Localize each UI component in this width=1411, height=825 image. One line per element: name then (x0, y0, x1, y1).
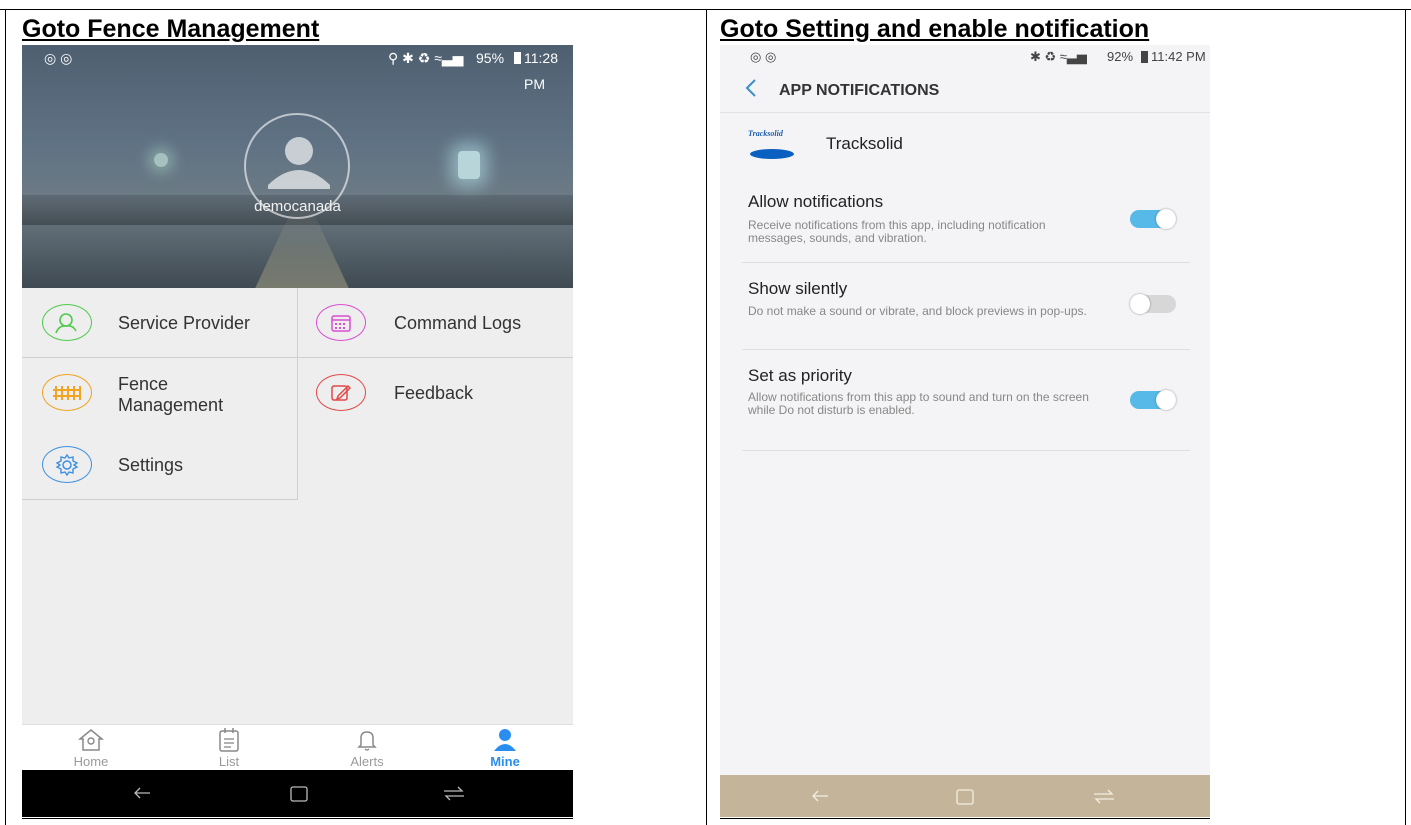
tab-label: Home (73, 754, 109, 769)
bottom-tab-bar: Home List Alerts Mine (22, 724, 573, 770)
fence-app-screen: ◎ ◎ ⚲ ✱ ♻ ≈▃▅ 95% 11:28 PM democanada Se… (22, 45, 573, 817)
table-border-left (5, 9, 6, 825)
caption-underline-right (720, 818, 1210, 819)
system-nav-bar (720, 775, 1210, 817)
username: democanada (254, 198, 341, 215)
battery-level: 92% (1107, 49, 1134, 64)
setting-set-as-priority[interactable]: Set as priority Allow notifications from… (742, 350, 1190, 451)
calendar-icon (316, 304, 366, 341)
menu-item-label: Fence Management (118, 374, 223, 416)
tab-home[interactable]: Home (22, 725, 160, 771)
status-bar: ◎ ◎ ⚲ ✱ ♻ ≈▃▅ 95% 11:28 PM (22, 45, 573, 92)
menu-item-label: Service Provider (118, 313, 251, 333)
battery-icon (1141, 51, 1148, 63)
menu-item-label: Command Logs (394, 313, 522, 333)
sync-icon: ◎ ◎ (44, 50, 73, 66)
battery-icon (514, 52, 521, 64)
setting-allow-notifications[interactable]: Allow notifications Receive notification… (742, 182, 1190, 263)
home-button-icon[interactable] (289, 785, 309, 803)
home-button-icon[interactable] (955, 788, 975, 806)
list-icon (219, 728, 239, 752)
home-icon (77, 729, 105, 751)
setting-show-silently[interactable]: Show silently Do not make a sound or vib… (742, 263, 1190, 350)
menu-grid: Service Provider Command Logs Fence Mana… (22, 288, 573, 500)
menu-item-label-line: Fence (118, 374, 169, 394)
light-glow (154, 153, 168, 167)
recent-apps-icon[interactable] (1092, 787, 1116, 805)
tab-list[interactable]: List (160, 725, 298, 771)
light-glow (458, 151, 480, 179)
status-bar: ◎ ◎ ✱ ♻ ≈▃▅ 92% 11:42 PM (720, 45, 1210, 69)
system-nav-bar (22, 770, 573, 817)
tab-alerts[interactable]: Alerts (298, 725, 436, 771)
status-icons: ✱ ♻ ≈▃▅ (1030, 49, 1087, 64)
sync-icon: ◎ ◎ (750, 49, 777, 64)
allow-notifications-toggle[interactable] (1130, 209, 1176, 229)
set-as-priority-toggle[interactable] (1130, 390, 1176, 410)
toggle-knob (1156, 209, 1176, 229)
back-icon[interactable] (810, 788, 830, 804)
setting-description: Do not make a sound or vibrate, and bloc… (748, 304, 1087, 318)
chevron-left-icon (745, 79, 756, 97)
app-logo-text: Tracksolid (748, 129, 783, 138)
setting-title: Allow notifications (748, 192, 884, 211)
recent-apps-icon[interactable] (442, 784, 466, 802)
clock: 11:42 PM (1151, 49, 1206, 64)
setting-description: Allow notifications from this app to sou… (748, 390, 1089, 417)
menu-item-label-line: Management (118, 395, 224, 415)
app-logo: Tracksolid (748, 129, 794, 163)
tab-label: Alerts (350, 754, 384, 769)
back-button[interactable] (744, 77, 768, 105)
clock: 11:28 PM (524, 50, 558, 92)
show-silently-toggle[interactable] (1130, 294, 1176, 314)
back-icon[interactable] (132, 785, 152, 801)
menu-item-feedback[interactable]: Feedback (298, 358, 573, 430)
menu-item-label: Feedback (394, 383, 474, 403)
app-notifications-screen: ◎ ◎ ✱ ♻ ≈▃▅ 92% 11:42 PM APP NOTIFICATIO… (720, 45, 1210, 817)
menu-item-label: Settings (118, 455, 184, 475)
table-border-middle (706, 9, 707, 825)
app-row: Tracksolid Tracksolid (742, 129, 1190, 169)
fence-icon (42, 374, 92, 411)
tab-label: Mine (490, 754, 520, 769)
edit-icon (316, 374, 366, 411)
setting-title: Set as priority (748, 366, 852, 385)
menu-divider (22, 499, 298, 500)
caption-right: Goto Setting and enable notification (720, 15, 1150, 43)
battery-level: 95% (476, 50, 505, 66)
table-border-right (1405, 9, 1406, 825)
toggle-knob (1130, 294, 1150, 314)
app-name: Tracksolid (826, 134, 903, 153)
setting-description: Receive notifications from this app, inc… (748, 218, 1046, 245)
menu-item-command-logs[interactable]: Command Logs (298, 288, 573, 357)
status-icons: ⚲ ✱ ♻ ≈▃▅ (388, 50, 464, 66)
tab-mine[interactable]: Mine (436, 725, 573, 771)
menu-item-service-provider[interactable]: Service Provider (22, 288, 297, 357)
page-title: APP NOTIFICATIONS (779, 82, 940, 99)
setting-title: Show silently (748, 279, 848, 298)
app-logo-shape (750, 149, 794, 159)
app-bar: APP NOTIFICATIONS (720, 69, 1210, 113)
bell-icon (357, 731, 377, 751)
menu-item-settings[interactable]: Settings (22, 430, 297, 499)
person-icon (42, 304, 92, 341)
user-icon (494, 729, 516, 751)
caption-left: Goto Fence Management (22, 15, 320, 43)
gear-icon (42, 446, 92, 483)
tab-label: List (218, 754, 240, 769)
toggle-knob (1156, 390, 1176, 410)
menu-item-fence-management[interactable]: Fence Management (22, 358, 297, 430)
caption-underline-left (22, 818, 573, 819)
profile-header: ◎ ◎ ⚲ ✱ ♻ ≈▃▅ 95% 11:28 PM democanada (22, 45, 573, 288)
